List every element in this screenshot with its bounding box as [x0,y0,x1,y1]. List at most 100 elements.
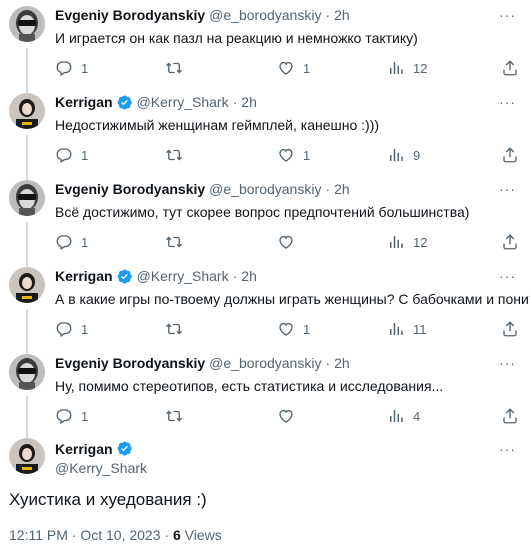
retweet-button[interactable] [165,406,191,426]
author-handle[interactable]: @e_borodyanskiy [209,355,321,371]
thread-line [26,222,28,267]
reply-count: 1 [81,234,89,250]
avatar-kerrigan[interactable] [9,93,45,129]
share-icon [503,147,517,163]
author-handle[interactable]: @e_borodyanskiy [209,181,321,197]
tweet-text: И играется он как пазл на реакцию и немн… [55,30,418,46]
author-name[interactable]: Kerrigan [55,268,113,284]
reply-count: 1 [81,147,89,163]
reply-icon [56,61,72,76]
tweet-time[interactable]: 2h [334,7,350,23]
share-button[interactable] [501,145,519,165]
avatar-kerrigan[interactable] [9,438,45,474]
retweet-button[interactable] [165,319,191,339]
tweet-actions: 1 1 12 [55,58,517,78]
views-count: 6 [172,527,181,543]
like-button[interactable]: 1 [277,145,310,165]
author-name[interactable]: Evgeniy Borodyanskiy [55,7,205,23]
tweet-text: А в какие игры по-твоему должны играть ж… [55,291,530,307]
avatar-kerrigan[interactable] [9,267,45,303]
avatar-evgeniy[interactable] [9,180,45,216]
tweet-header: Evgeniy Borodyanskiy @e_borodyanskiy · 2h [55,354,350,372]
reply-button[interactable]: 1 [55,232,88,252]
tweet-time[interactable]: 12:11 PM [9,527,68,543]
tweet-header: Kerrigan @Kerry_Shark · 2h [55,93,257,111]
views-button[interactable]: 11 [387,319,427,339]
tweet-time[interactable]: 2h [334,181,350,197]
reply-button[interactable]: 1 [55,58,88,78]
author-handle[interactable]: @Kerry_Shark [137,94,229,110]
more-icon[interactable]: ··· [499,182,516,196]
like-icon [279,235,293,249]
like-button[interactable] [277,406,303,426]
tweet-time[interactable]: 2h [241,94,257,110]
author-name[interactable]: Kerrigan [55,441,113,457]
author-handle[interactable]: @e_borodyanskiy [209,7,321,23]
meta-separator: · [164,527,170,543]
tweet-text: Недостижимый женщинам геймплей, канешно … [55,117,380,133]
more-icon[interactable]: ··· [499,442,516,456]
more-icon[interactable]: ··· [499,269,516,283]
reply-count: 1 [81,60,89,76]
separator-dot: · [232,268,238,284]
share-icon [503,321,517,337]
reply-button[interactable]: 1 [55,145,88,165]
tweet-actions: 14 [55,406,517,426]
reply-icon [56,235,72,250]
tweet-actions: 1 1 11 [55,319,517,339]
views-button[interactable]: 4 [387,406,420,426]
share-button[interactable] [501,58,519,78]
author-name[interactable]: Kerrigan [55,94,113,110]
tweet-header: Kerrigan @Kerry_Shark · 2h [55,267,257,285]
like-icon [279,322,293,336]
tweet-text: Ну, помимо стереотипов, есть статистика … [55,378,444,394]
like-button[interactable] [277,232,303,252]
reply-icon [56,409,72,424]
retweet-icon [166,62,182,74]
retweet-button[interactable] [165,58,191,78]
view-count: 12 [413,60,428,76]
author-handle[interactable]: @Kerry_Shark [137,268,229,284]
tweet-header: Evgeniy Borodyanskiy @e_borodyanskiy · 2h [55,180,350,198]
retweet-icon [166,410,182,422]
retweet-button[interactable] [165,232,191,252]
author-name[interactable]: Evgeniy Borodyanskiy [55,355,205,371]
views-button[interactable]: 12 [387,58,427,78]
thread-line [26,48,28,93]
views-icon [390,236,403,248]
share-button[interactable] [501,232,519,252]
tweet-time[interactable]: 2h [241,268,257,284]
more-icon[interactable]: ··· [499,8,516,22]
thread-line [26,396,28,441]
views-icon [390,410,403,422]
share-button[interactable] [501,319,519,339]
separator-dot: · [325,355,331,371]
thread-line [26,135,28,180]
reply-icon [56,148,72,163]
like-button[interactable]: 1 [277,58,310,78]
share-button[interactable] [501,406,519,426]
thread-line [26,309,28,354]
verified-badge-icon [117,441,132,456]
avatar-evgeniy[interactable] [9,354,45,390]
more-icon[interactable]: ··· [499,356,516,370]
view-count: 12 [413,234,428,250]
avatar-evgeniy[interactable] [9,6,45,42]
verified-badge-icon [117,268,132,284]
retweet-icon [166,236,182,248]
author-name[interactable]: Evgeniy Borodyanskiy [55,181,205,197]
share-icon [503,234,517,250]
retweet-button[interactable] [165,145,191,165]
reply-icon [56,322,72,337]
reply-button[interactable]: 1 [55,319,88,339]
more-icon[interactable]: ··· [499,95,516,109]
author-handle[interactable]: @Kerry_Shark [55,460,147,476]
tweet-date[interactable]: Oct 10, 2023 [80,527,160,543]
view-count: 4 [413,408,421,424]
reply-button[interactable]: 1 [55,406,88,426]
tweet-time[interactable]: 2h [334,355,350,371]
like-button[interactable]: 1 [277,319,310,339]
views-button[interactable]: 12 [387,232,427,252]
like-count: 1 [303,147,311,163]
views-button[interactable]: 9 [387,145,420,165]
